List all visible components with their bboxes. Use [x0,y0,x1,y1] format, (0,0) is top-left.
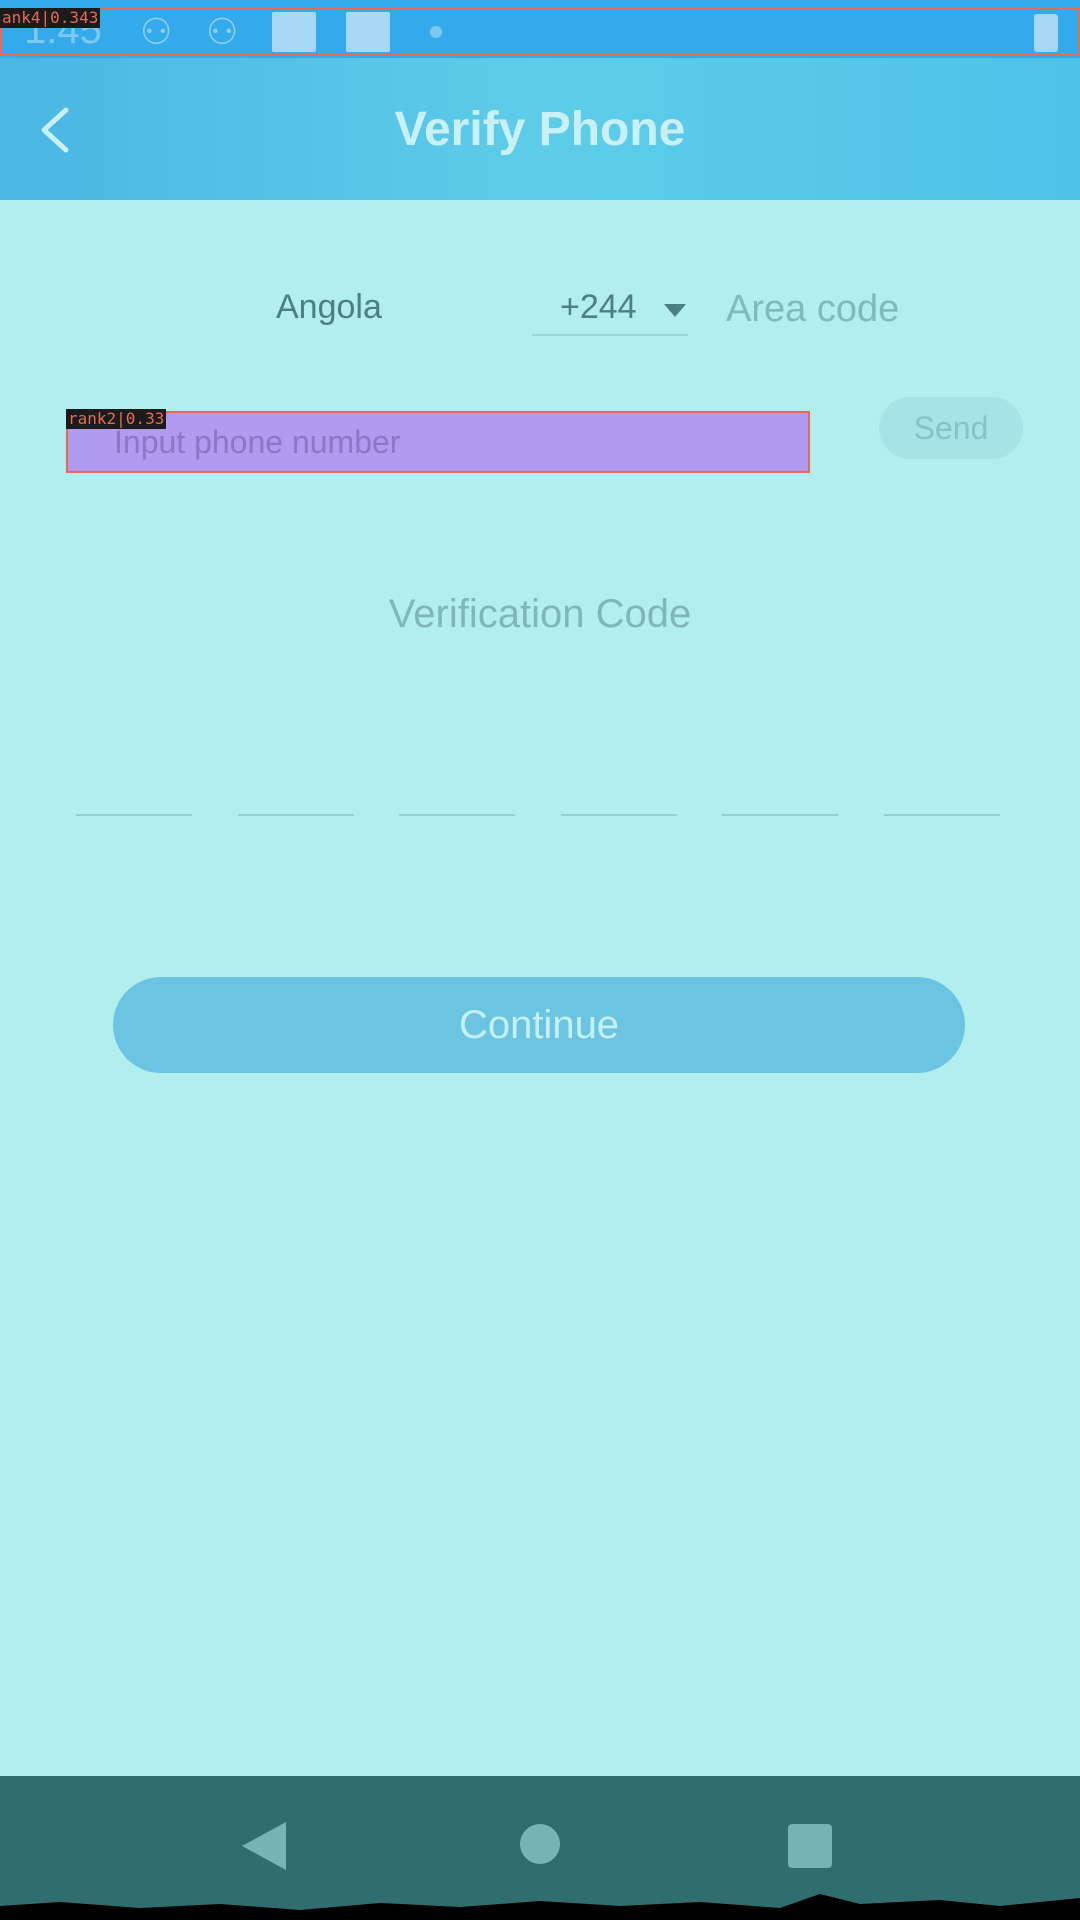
app-header: Verify Phone [0,58,1080,200]
code-digit-slot[interactable] [399,814,515,816]
nav-recents-icon[interactable] [788,1824,832,1868]
verification-code-title: Verification Code [388,592,692,636]
back-chevron-icon[interactable] [36,106,76,154]
nav-back-icon[interactable] [242,1822,286,1870]
status-bar: 1:45 ⚇ ⚇ ank4|0.343 [0,0,1080,58]
status-bar-rank-tag: ank4|0.343 [0,8,101,28]
area-code-value: +244 [560,288,637,326]
send-code-button[interactable]: Send [879,397,1023,459]
torn-edge-decoration [0,1894,1080,1920]
phone-input-rank-tag: rank2|0.33 [66,409,167,429]
country-name[interactable]: Angola [276,288,382,327]
code-digit-slot[interactable] [76,814,192,816]
page-title: Verify Phone [394,102,686,156]
verification-code-slots [76,814,1000,818]
area-code-label: Area code [726,288,900,330]
area-code-dropdown[interactable]: +244 [532,284,688,336]
phone-number-input[interactable] [66,411,810,473]
code-digit-slot[interactable] [238,814,354,816]
code-digit-slot[interactable] [561,814,677,816]
code-digit-slot[interactable] [722,814,838,816]
continue-button[interactable]: Continue [113,977,965,1073]
code-digit-slot[interactable] [884,814,1000,816]
nav-home-icon[interactable] [520,1824,560,1864]
status-bar-highlight-box [0,8,1080,56]
dropdown-caret-icon [664,304,686,317]
